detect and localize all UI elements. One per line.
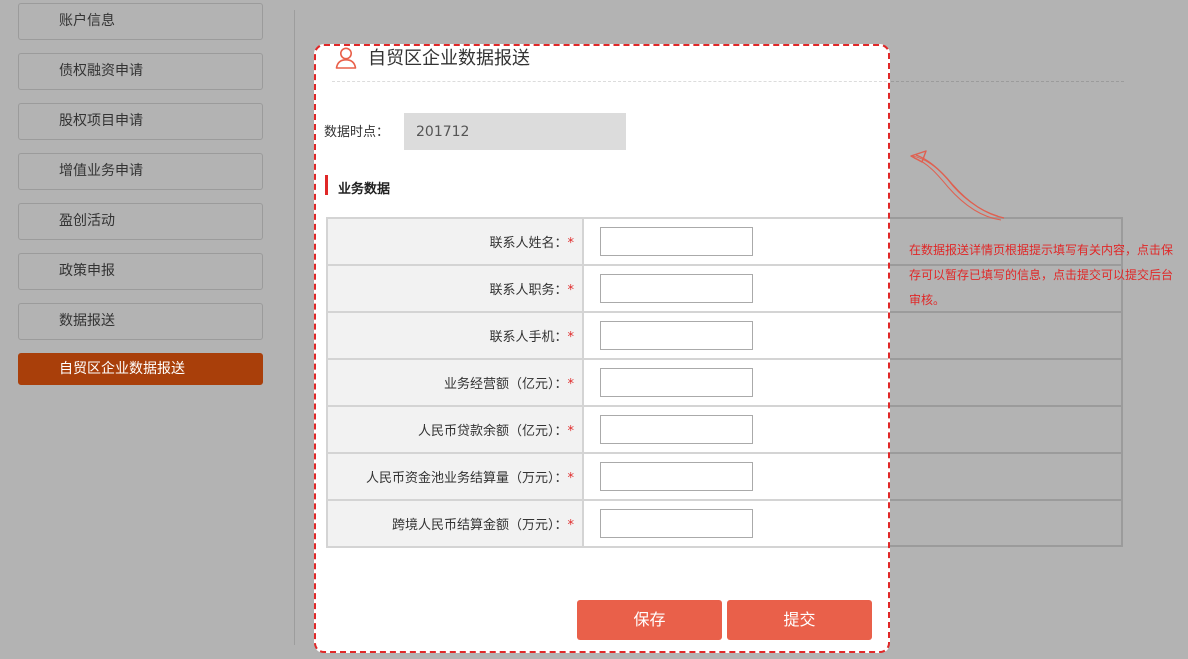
cross-border-settlement-input[interactable]: [600, 509, 753, 538]
required-marker: *: [567, 518, 575, 533]
sidebar-item-yingchuang-activity[interactable]: 盈创活动: [18, 203, 263, 240]
field-label-contact-name: 联系人姓名：: [489, 236, 568, 251]
sidebar-item-data-report[interactable]: 数据报送: [18, 303, 263, 340]
business-turnover-input[interactable]: [600, 368, 753, 397]
modal-title: 自贸区企业数据报送: [368, 48, 530, 69]
arrow-icon: [910, 150, 1005, 221]
form-row: 业务经营额（亿元）：*: [326, 358, 888, 407]
sidebar-item-account-info[interactable]: 账户信息: [18, 3, 263, 40]
sidebar-item-label: 自贸区企业数据报送: [59, 361, 185, 377]
data-time-label: 数据时点：: [324, 125, 390, 140]
required-marker: *: [567, 236, 575, 251]
form-label: 联系人姓名：*: [326, 217, 584, 266]
section-title: 业务数据: [338, 182, 391, 197]
field-label-contact-mobile: 联系人手机：: [489, 330, 568, 345]
form-input-cell: [582, 358, 888, 407]
data-time-field[interactable]: [404, 113, 626, 150]
background-table-row-line: [886, 358, 1122, 360]
form-row: 联系人手机：*: [326, 311, 888, 360]
sidebar: 账户信息 债权融资申请 股权项目申请 增值业务申请 盈创活动 政策申报 数据报送…: [0, 0, 280, 659]
required-marker: *: [567, 283, 575, 298]
sidebar-item-label: 账户信息: [59, 13, 115, 29]
modal-header: 自贸区企业数据报送: [332, 46, 888, 82]
required-marker: *: [567, 471, 575, 486]
form-row: 联系人职务：*: [326, 264, 888, 313]
sidebar-item-label: 数据报送: [59, 313, 115, 329]
sidebar-item-label: 增值业务申请: [59, 163, 143, 179]
background-table-row-line: [886, 499, 1122, 501]
field-label-contact-title: 联系人职务：: [489, 283, 568, 298]
sidebar-item-ftz-data-report[interactable]: 自贸区企业数据报送: [18, 353, 263, 385]
form-input-cell: [582, 264, 888, 313]
form-label: 联系人手机：*: [326, 311, 584, 360]
form-row: 人民币贷款余额（亿元）：*: [326, 405, 888, 454]
required-marker: *: [567, 330, 575, 345]
sidebar-item-equity-project[interactable]: 股权项目申请: [18, 103, 263, 140]
form-input-cell: [582, 452, 888, 501]
cash-pool-settlement-input[interactable]: [600, 462, 753, 491]
form-label: 人民币资金池业务结算量（万元）：*: [326, 452, 584, 501]
sidebar-item-label: 政策申报: [59, 263, 115, 279]
form-input-cell: [582, 217, 888, 266]
data-report-modal: 自贸区企业数据报送 数据时点： 业务数据 联系人姓名：* 联系人职务：* 联系人…: [314, 44, 890, 653]
sidebar-item-label: 盈创活动: [59, 213, 115, 229]
rmb-loan-balance-input[interactable]: [600, 415, 753, 444]
sidebar-item-label: 债权融资申请: [59, 63, 143, 79]
sidebar-item-debt-financing[interactable]: 债权融资申请: [18, 53, 263, 90]
form-row: 联系人姓名：*: [326, 217, 888, 266]
form-input-cell: [582, 499, 888, 548]
form-row: 跨境人民币结算金额（万元）：*: [326, 499, 888, 548]
contact-title-input[interactable]: [600, 274, 753, 303]
background-divider: [886, 81, 1124, 82]
form-row: 人民币资金池业务结算量（万元）：*: [326, 452, 888, 501]
user-icon: [335, 47, 357, 69]
required-marker: *: [567, 377, 575, 392]
sidebar-item-label: 股权项目申请: [59, 113, 143, 129]
save-button[interactable]: 保存: [577, 600, 722, 640]
field-label-business-turnover: 业务经营额（亿元）：: [443, 377, 568, 392]
form-input-cell: [582, 311, 888, 360]
field-label-cross-border-settlement: 跨境人民币结算金额（万元）：: [391, 518, 568, 533]
sidebar-item-policy-declaration[interactable]: 政策申报: [18, 253, 263, 290]
annotation-text: 在数据报送详情页根据提示填写有关内容，点击保存可以暂存已填写的信息，点击提交可以…: [909, 243, 1174, 307]
section-marker: [325, 175, 328, 195]
required-marker: *: [567, 424, 575, 439]
form-label: 人民币贷款余额（亿元）：*: [326, 405, 584, 454]
business-data-form: 联系人姓名：* 联系人职务：* 联系人手机：* 业务经营额（亿元）：* 人民币贷…: [326, 217, 888, 548]
form-label: 业务经营额（亿元）：*: [326, 358, 584, 407]
sidebar-item-value-added[interactable]: 增值业务申请: [18, 153, 263, 190]
form-input-cell: [582, 405, 888, 454]
field-label-cash-pool-settlement: 人民币资金池业务结算量（万元）：: [365, 471, 568, 486]
contact-mobile-input[interactable]: [600, 321, 753, 350]
form-label: 跨境人民币结算金额（万元）：*: [326, 499, 584, 548]
field-label-rmb-loan-balance: 人民币贷款余额（亿元）：: [417, 424, 568, 439]
sidebar-divider: [294, 10, 295, 645]
background-table-row-line: [886, 405, 1122, 407]
background-table-row-line: [886, 452, 1122, 454]
page: 账户信息 债权融资申请 股权项目申请 增值业务申请 盈创活动 政策申报 数据报送…: [0, 0, 1188, 659]
submit-button[interactable]: 提交: [727, 600, 872, 640]
contact-name-input[interactable]: [600, 227, 753, 256]
form-label: 联系人职务：*: [326, 264, 584, 313]
